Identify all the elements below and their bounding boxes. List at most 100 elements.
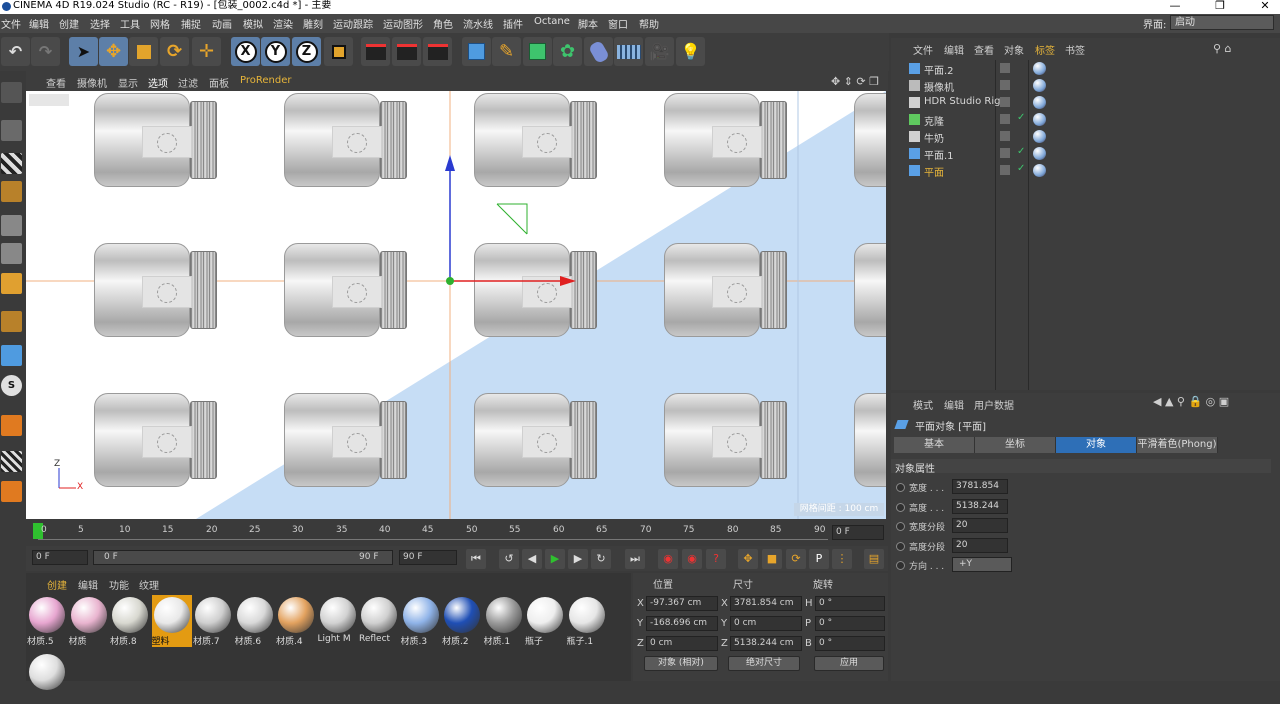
material-menu-create[interactable]: 创建	[47, 577, 67, 592]
pos-y-field[interactable]: -168.696 cm	[646, 616, 718, 631]
object-row[interactable]: HDR Studio Rig	[893, 94, 1273, 111]
menu-create[interactable]: 创建	[59, 16, 79, 31]
axis-mode-icon[interactable]	[1, 311, 22, 332]
material-tag-icon[interactable]	[1033, 113, 1046, 126]
material-tag-icon[interactable]	[1033, 79, 1046, 92]
material-menu-edit[interactable]: 编辑	[78, 577, 98, 592]
render-settings-icon[interactable]	[423, 37, 452, 66]
auto-key-icon[interactable]: ◉	[682, 549, 702, 569]
tab-basic[interactable]: 基本	[894, 437, 975, 453]
size-x-field[interactable]: 3781.854 cm	[730, 596, 802, 611]
object-menu-bookmarks[interactable]: 书签	[1065, 42, 1085, 57]
menu-pipeline[interactable]: 流水线	[463, 16, 493, 31]
record-keys-icon[interactable]: ◉	[658, 549, 678, 569]
object-menu-tags[interactable]: 标签	[1035, 42, 1055, 57]
attr-nav-icon[interactable]: ◀ ▲ ⚲ 🔒 ◎ ▣	[1153, 395, 1229, 408]
z-axis-lock-icon[interactable]: Z	[292, 37, 321, 66]
texture-mode-icon[interactable]	[1, 153, 22, 174]
material-swatch[interactable]	[27, 652, 67, 704]
enabled-check-icon[interactable]: ✓	[1017, 163, 1025, 174]
layout-select[interactable]: 启动	[1170, 15, 1274, 30]
menu-sculpt[interactable]: 雕刻	[303, 16, 323, 31]
play-icon[interactable]: ▶	[545, 549, 565, 569]
material-swatch[interactable]: Light M	[318, 595, 358, 647]
object-menu-file[interactable]: 文件	[913, 42, 933, 57]
object-menu-objects[interactable]: 对象	[1004, 42, 1024, 57]
key-rotation-icon[interactable]: ⟳	[786, 549, 806, 569]
layer-flag-icon[interactable]	[1000, 63, 1010, 73]
layer-flag-icon[interactable]	[1000, 165, 1010, 175]
viewport-menu-prorender[interactable]: ProRender	[240, 75, 291, 86]
enabled-check-icon[interactable]: ✓	[1017, 112, 1025, 123]
attr-menu-user-data[interactable]: 用户数据	[974, 397, 1014, 412]
object-row[interactable]: 摄像机	[893, 77, 1273, 94]
material-swatch[interactable]: Reflect	[359, 595, 399, 647]
menu-mograph[interactable]: 运动图形	[383, 16, 423, 31]
menu-edit[interactable]: 编辑	[29, 16, 49, 31]
size-mode-select[interactable]: 绝对尺寸	[728, 656, 800, 671]
scale-icon[interactable]	[129, 37, 158, 66]
current-frame-field[interactable]: 0 F	[832, 525, 884, 540]
menu-window[interactable]: 窗口	[608, 16, 628, 31]
go-to-start-icon[interactable]: ⏮	[466, 549, 486, 569]
material-swatch[interactable]: 材质.2	[442, 595, 482, 647]
cloner-icon[interactable]: ✿	[553, 37, 582, 66]
material-swatch[interactable]: 材质.8	[110, 595, 150, 647]
rotate-icon[interactable]: ⟳	[160, 37, 189, 66]
tab-phong[interactable]: 平滑着色(Phong)	[1137, 437, 1218, 453]
viewport-menu-filter[interactable]: 过滤	[178, 75, 198, 90]
animate-radio[interactable]	[896, 542, 905, 551]
pen-icon[interactable]: ✎	[492, 37, 521, 66]
object-menu-edit[interactable]: 编辑	[944, 42, 964, 57]
select-cursor-icon[interactable]: ➤	[69, 37, 98, 66]
animate-radio[interactable]	[896, 503, 905, 512]
lock-workplane-icon[interactable]	[1, 451, 22, 472]
animate-radio[interactable]	[896, 561, 905, 570]
menu-tools[interactable]: 工具	[120, 16, 140, 31]
next-frame-icon[interactable]: ▶	[568, 549, 588, 569]
material-swatch[interactable]: 瓶子	[525, 595, 565, 647]
3d-viewport[interactable]: Z X	[26, 91, 886, 519]
height-field[interactable]: 5138.244	[952, 499, 1008, 514]
end-frame-field[interactable]: 90 F	[399, 550, 457, 565]
tweak-mode-icon[interactable]	[1, 345, 22, 366]
render-picture-viewer-icon[interactable]	[392, 37, 421, 66]
previous-key-icon[interactable]: ↺	[499, 549, 519, 569]
menu-mesh[interactable]: 网格	[150, 16, 170, 31]
layer-flag-icon[interactable]	[1000, 97, 1010, 107]
menu-character[interactable]: 角色	[433, 16, 453, 31]
menu-file[interactable]: 文件	[1, 16, 21, 31]
key-scale-icon[interactable]: ■	[762, 549, 782, 569]
move-icon[interactable]: ✥	[99, 37, 128, 66]
timeline-window-icon[interactable]: ▤	[864, 549, 884, 569]
rot-p-field[interactable]: 0 °	[815, 616, 885, 631]
magnet-icon[interactable]	[1, 415, 22, 436]
menu-select[interactable]: 选择	[90, 16, 110, 31]
layer-flag-icon[interactable]	[1000, 148, 1010, 158]
floor-icon[interactable]	[614, 37, 643, 66]
tab-object[interactable]: 对象	[1056, 437, 1137, 453]
size-z-field[interactable]: 5138.244 cm	[730, 636, 802, 651]
edges-mode-icon[interactable]	[1, 243, 22, 264]
material-swatch[interactable]: 材质.5	[27, 595, 67, 647]
light-icon[interactable]: 💡	[676, 37, 705, 66]
size-y-field[interactable]: 0 cm	[730, 616, 802, 631]
coordinate-system-icon[interactable]	[324, 37, 353, 66]
orientation-select[interactable]: +Y	[952, 557, 1012, 572]
planar-workplane-icon[interactable]	[1, 481, 22, 502]
subdivision-icon[interactable]	[523, 37, 552, 66]
viewport-menu-options[interactable]: 选项	[148, 75, 168, 90]
animate-radio[interactable]	[896, 483, 905, 492]
rot-b-field[interactable]: 0 °	[815, 636, 885, 651]
material-swatch[interactable]: 材质.6	[235, 595, 275, 647]
material-swatch[interactable]: 瓶子.1	[567, 595, 607, 647]
object-row[interactable]: 平面 ✓	[893, 162, 1273, 179]
material-menu-texture[interactable]: 纹理	[139, 577, 159, 592]
material-swatch[interactable]: 材质	[69, 595, 109, 647]
key-parameter-icon[interactable]: P	[809, 549, 829, 569]
material-tag-icon[interactable]	[1033, 62, 1046, 75]
object-row[interactable]: 平面.1 ✓	[893, 145, 1273, 162]
viewport-menu-camera[interactable]: 摄像机	[77, 75, 107, 90]
redo-icon[interactable]: ↷	[31, 37, 60, 66]
minimize-button[interactable]: —	[1160, 0, 1190, 14]
